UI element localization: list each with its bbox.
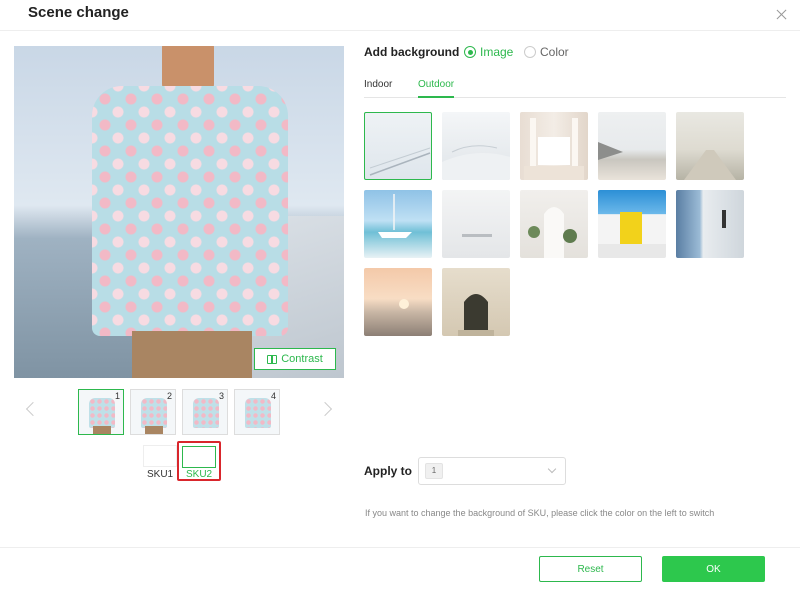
thumbnail-number: 4 bbox=[270, 391, 276, 401]
sku2-label: SKU2 bbox=[186, 469, 213, 480]
sku1-swatch[interactable] bbox=[143, 445, 177, 467]
thumbnail-4[interactable]: 4 bbox=[234, 389, 280, 435]
reset-button[interactable]: Reset bbox=[539, 556, 642, 582]
color-radio-label[interactable]: Color bbox=[540, 45, 569, 59]
bg-image-arched-doorway[interactable] bbox=[442, 268, 510, 336]
bg-image-sunset-beach[interactable] bbox=[364, 268, 432, 336]
active-tab-underline bbox=[418, 96, 454, 98]
thumbnail-number: 1 bbox=[114, 391, 120, 401]
close-icon[interactable] bbox=[774, 7, 790, 23]
bg-image-yellow-door[interactable] bbox=[598, 190, 666, 258]
footer-divider bbox=[0, 547, 800, 548]
bg-image-white-arch-plants[interactable] bbox=[520, 190, 588, 258]
apply-to-tag: 1 bbox=[425, 463, 443, 479]
image-radio-label[interactable]: Image bbox=[480, 45, 513, 59]
thumbnail-number: 3 bbox=[218, 391, 224, 401]
sku1-label: SKU1 bbox=[147, 469, 174, 480]
contrast-icon bbox=[267, 354, 278, 364]
sku2-swatch bbox=[182, 446, 216, 468]
apply-to-label: Apply to bbox=[364, 464, 412, 478]
bg-image-boardwalk[interactable] bbox=[676, 112, 744, 180]
bg-image-pier-railing[interactable] bbox=[364, 112, 432, 180]
dialog-title: Scene change bbox=[28, 4, 129, 21]
sku2-selector[interactable]: SKU2 bbox=[177, 441, 221, 481]
color-radio[interactable] bbox=[524, 46, 536, 58]
header-divider bbox=[0, 30, 800, 31]
bg-image-colonnade-stairs[interactable] bbox=[520, 112, 588, 180]
thumbnail-3[interactable]: 3 bbox=[182, 389, 228, 435]
bg-image-sea-window[interactable] bbox=[676, 190, 744, 258]
model-figure bbox=[92, 46, 288, 378]
prev-arrow-icon[interactable] bbox=[25, 401, 41, 417]
contrast-label: Contrast bbox=[281, 353, 323, 365]
bg-image-marina-yacht[interactable] bbox=[364, 190, 432, 258]
next-arrow-icon[interactable] bbox=[317, 401, 333, 417]
image-radio[interactable] bbox=[464, 46, 476, 58]
polka-dot-shirt bbox=[92, 86, 288, 336]
add-background-label: Add background bbox=[364, 45, 460, 59]
tab-indoor[interactable]: Indoor bbox=[364, 79, 392, 90]
bg-image-beach-shore[interactable] bbox=[598, 112, 666, 180]
main-preview-image bbox=[14, 46, 344, 378]
tab-outdoor[interactable]: Outdoor bbox=[418, 79, 454, 90]
contrast-button[interactable]: Contrast bbox=[254, 348, 336, 370]
thumbnail-2[interactable]: 2 bbox=[130, 389, 176, 435]
thumbnail-1[interactable]: 1 bbox=[78, 389, 124, 435]
chevron-down-icon bbox=[547, 464, 557, 474]
ok-button[interactable]: OK bbox=[662, 556, 765, 582]
bg-image-white-terrace[interactable] bbox=[442, 112, 510, 180]
thumbnail-number: 2 bbox=[166, 391, 172, 401]
apply-to-select[interactable]: 1 bbox=[418, 457, 566, 485]
sku-hint-text: If you want to change the background of … bbox=[365, 508, 715, 518]
bg-image-misty-bench[interactable] bbox=[442, 190, 510, 258]
